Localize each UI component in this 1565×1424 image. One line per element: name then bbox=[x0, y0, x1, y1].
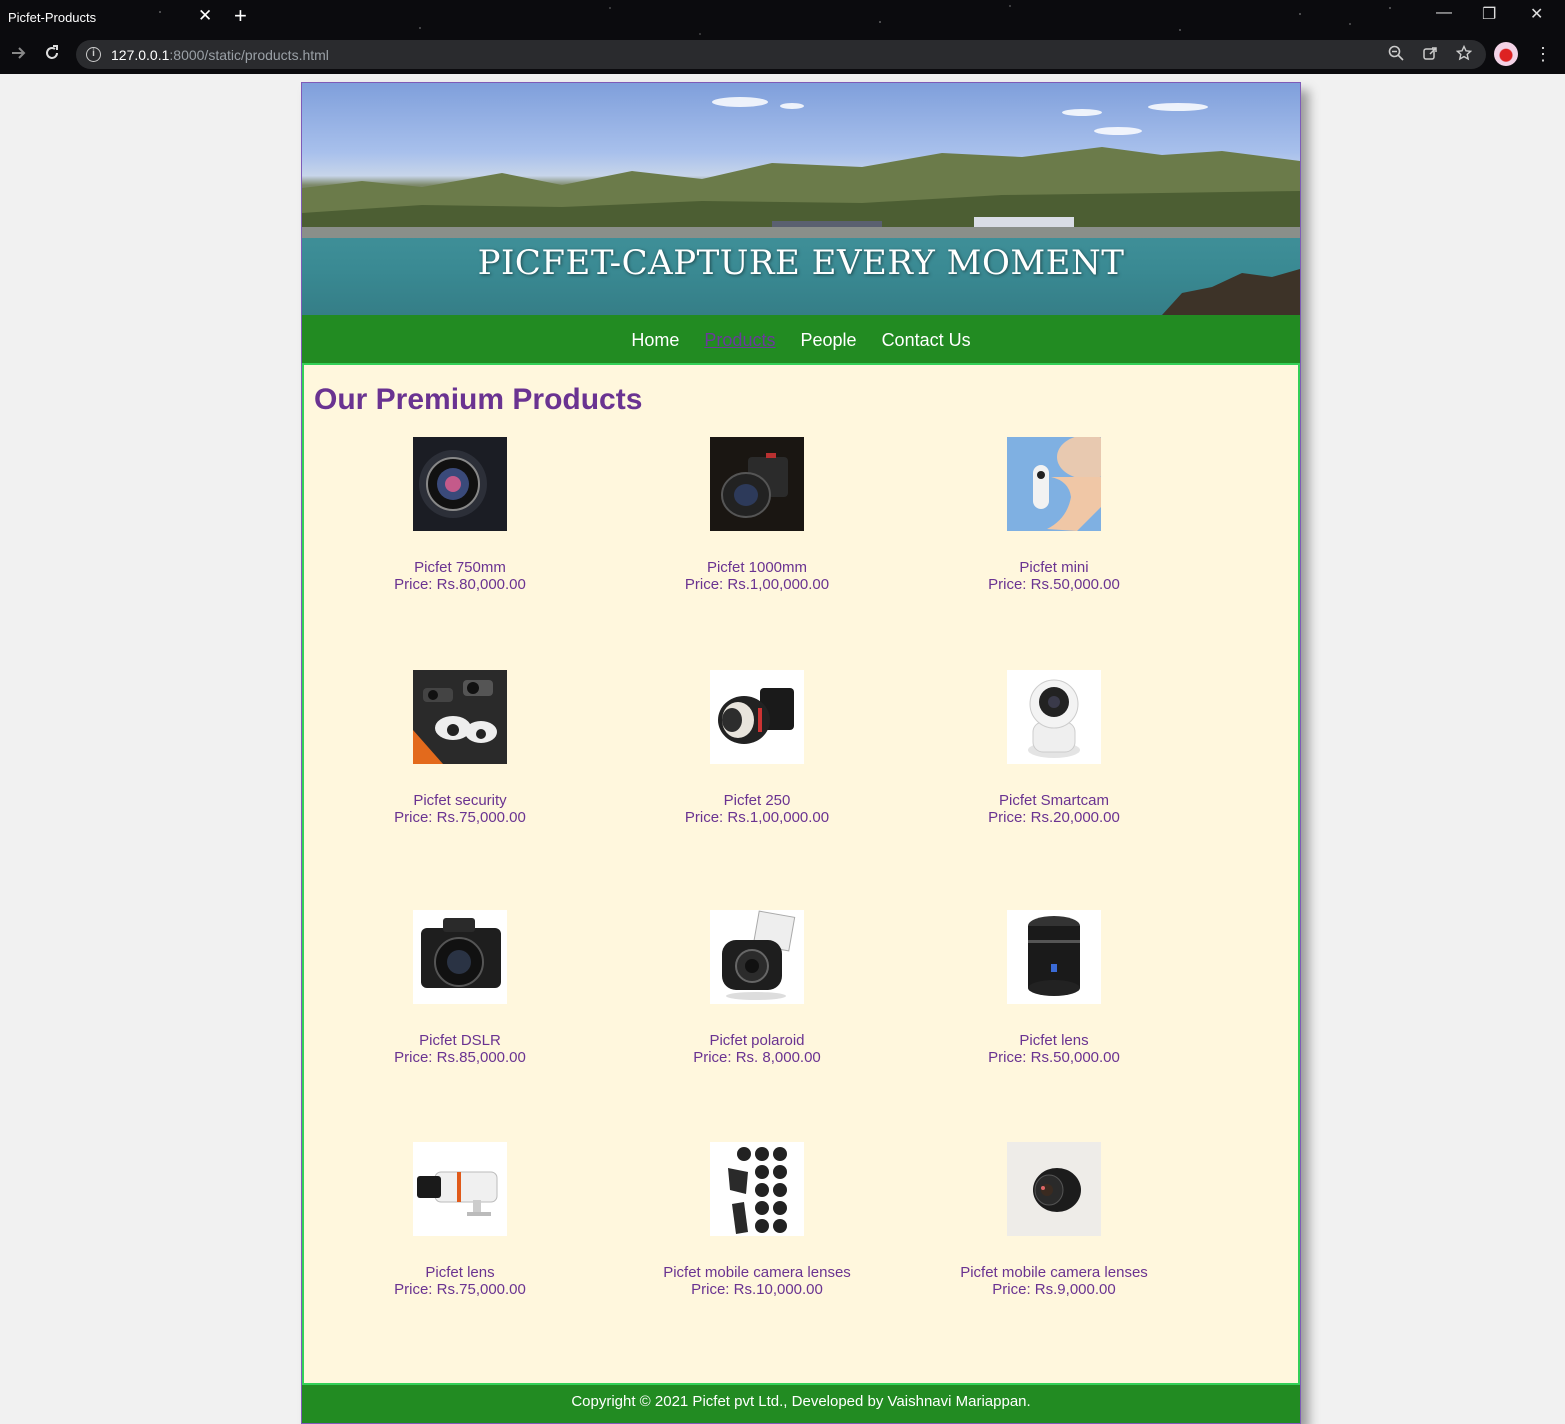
product-name: Picfet mobile camera lenses bbox=[663, 1264, 851, 1281]
nav-home-link[interactable]: Home bbox=[631, 330, 679, 350]
cloud-shape bbox=[1094, 127, 1142, 135]
product-name: Picfet mini bbox=[1019, 559, 1089, 576]
product-image bbox=[710, 437, 804, 531]
product-price: Price: Rs.50,000.00 bbox=[988, 1049, 1120, 1066]
product-image bbox=[710, 1142, 804, 1236]
product-name: Picfet lens bbox=[425, 1264, 495, 1281]
product-price: Price: Rs.85,000.00 bbox=[394, 1049, 526, 1066]
product-name: Picfet polaroid bbox=[709, 1032, 805, 1049]
product-card[interactable]: Picfet mini Price: Rs.50,000.00 bbox=[914, 437, 1194, 593]
product-price: Price: Rs.9,000.00 bbox=[992, 1281, 1116, 1298]
product-card[interactable]: Picfet security Price: Rs.75,000.00 bbox=[320, 670, 600, 826]
product-card[interactable]: Picfet DSLR Price: Rs.85,000.00 bbox=[320, 910, 600, 1066]
profile-avatar[interactable] bbox=[1494, 42, 1518, 66]
menu-kebab-icon[interactable]: ⋮ bbox=[1534, 44, 1552, 65]
page-title: Our Premium Products bbox=[314, 383, 643, 416]
product-image bbox=[710, 910, 804, 1004]
page-container: PICFET-CAPTURE EVERY MOMENT Home Product… bbox=[301, 82, 1301, 1424]
tab-close-icon[interactable]: ✕ bbox=[198, 6, 212, 26]
product-image bbox=[1007, 910, 1101, 1004]
nav-contact-link[interactable]: Contact Us bbox=[882, 330, 971, 350]
product-card[interactable]: Picfet lens Price: Rs.75,000.00 bbox=[320, 1142, 600, 1298]
product-name: Picfet 750mm bbox=[414, 559, 506, 576]
product-image bbox=[1007, 1142, 1101, 1236]
close-window-button[interactable]: ✕ bbox=[1530, 4, 1543, 24]
product-name: Picfet security bbox=[413, 792, 507, 809]
restore-button[interactable]: ❐ bbox=[1482, 4, 1496, 24]
zoom-icon[interactable] bbox=[1388, 45, 1404, 65]
browser-chrome: Picfet-Products ✕ + — ❐ ✕ i 127.0.0.1:80… bbox=[0, 0, 1565, 74]
cloud-shape bbox=[780, 103, 804, 109]
product-price: Price: Rs.80,000.00 bbox=[394, 576, 526, 593]
header-banner: PICFET-CAPTURE EVERY MOMENT bbox=[302, 83, 1300, 315]
product-image bbox=[1007, 670, 1101, 764]
site-info-icon[interactable]: i bbox=[86, 47, 101, 62]
forward-icon[interactable] bbox=[10, 44, 28, 67]
mountains-graphic bbox=[302, 147, 1300, 238]
product-card[interactable]: Picfet mobile camera lenses Price: Rs.9,… bbox=[914, 1142, 1194, 1298]
nav-people-link[interactable]: People bbox=[800, 330, 856, 350]
product-price: Price: Rs.20,000.00 bbox=[988, 809, 1120, 826]
product-card[interactable]: Picfet Smartcam Price: Rs.20,000.00 bbox=[914, 670, 1194, 826]
product-price: Price: Rs.75,000.00 bbox=[394, 809, 526, 826]
product-image bbox=[710, 670, 804, 764]
page-footer: Copyright © 2021 Picfet pvt Ltd., Develo… bbox=[302, 1385, 1300, 1423]
products-section: Our Premium Products Picfet 750mm Price:… bbox=[302, 363, 1300, 1385]
cloud-shape bbox=[1148, 103, 1208, 111]
product-name: Picfet DSLR bbox=[419, 1032, 501, 1049]
product-card[interactable]: Picfet polaroid Price: Rs. 8,000.00 bbox=[617, 910, 897, 1066]
product-price: Price: Rs.1,00,000.00 bbox=[684, 576, 830, 593]
product-card[interactable]: Picfet 1000mm Price: Rs.1,00,000.00 bbox=[617, 437, 897, 593]
url-host: 127.0.0.1 bbox=[111, 47, 170, 63]
product-price: Price: Rs.1,00,000.00 bbox=[684, 809, 830, 826]
url-text: 127.0.0.1:8000/static/products.html bbox=[111, 47, 329, 63]
product-card[interactable]: Picfet 750mm Price: Rs.80,000.00 bbox=[320, 437, 600, 593]
product-image bbox=[1007, 437, 1101, 531]
url-path: :8000/static/products.html bbox=[169, 47, 329, 63]
product-name: Picfet mobile camera lenses bbox=[960, 1264, 1148, 1281]
reload-icon[interactable] bbox=[43, 44, 61, 67]
bookmark-star-icon[interactable] bbox=[1455, 44, 1473, 65]
product-price: Price: Rs.10,000.00 bbox=[691, 1281, 823, 1298]
product-name: Picfet lens bbox=[1019, 1032, 1089, 1049]
cloud-shape bbox=[1062, 109, 1102, 116]
product-price: Price: Rs. 8,000.00 bbox=[693, 1049, 821, 1066]
product-image bbox=[413, 670, 507, 764]
new-tab-button[interactable]: + bbox=[234, 3, 247, 29]
browser-toolbar: i 127.0.0.1:8000/static/products.html bbox=[0, 38, 1565, 72]
product-image bbox=[413, 910, 507, 1004]
nav-links: Home Products People Contact Us bbox=[302, 330, 1300, 351]
minimize-button[interactable]: — bbox=[1436, 4, 1452, 22]
browser-tab[interactable]: Picfet-Products ✕ bbox=[0, 0, 226, 36]
main-navbar: Home Products People Contact Us bbox=[302, 315, 1300, 363]
product-card[interactable]: Picfet lens Price: Rs.50,000.00 bbox=[914, 910, 1194, 1066]
nav-products-link[interactable]: Products bbox=[704, 330, 775, 350]
product-name: Picfet 250 bbox=[723, 792, 791, 809]
product-card[interactable]: Picfet mobile camera lenses Price: Rs.10… bbox=[617, 1142, 897, 1298]
share-icon[interactable] bbox=[1422, 45, 1438, 65]
product-card[interactable]: Picfet 250 Price: Rs.1,00,000.00 bbox=[617, 670, 897, 826]
product-price: Price: Rs.75,000.00 bbox=[394, 1281, 526, 1298]
product-price: Price: Rs.50,000.00 bbox=[988, 576, 1120, 593]
product-name: Picfet 1000mm bbox=[706, 559, 808, 576]
product-image bbox=[413, 1142, 507, 1236]
address-bar[interactable]: i 127.0.0.1:8000/static/products.html bbox=[76, 40, 1486, 69]
product-name: Picfet Smartcam bbox=[998, 792, 1110, 809]
banner-title: PICFET-CAPTURE EVERY MOMENT bbox=[477, 243, 1125, 283]
tab-title: Picfet-Products bbox=[8, 10, 97, 25]
product-image bbox=[413, 437, 507, 531]
cloud-shape bbox=[712, 97, 768, 107]
